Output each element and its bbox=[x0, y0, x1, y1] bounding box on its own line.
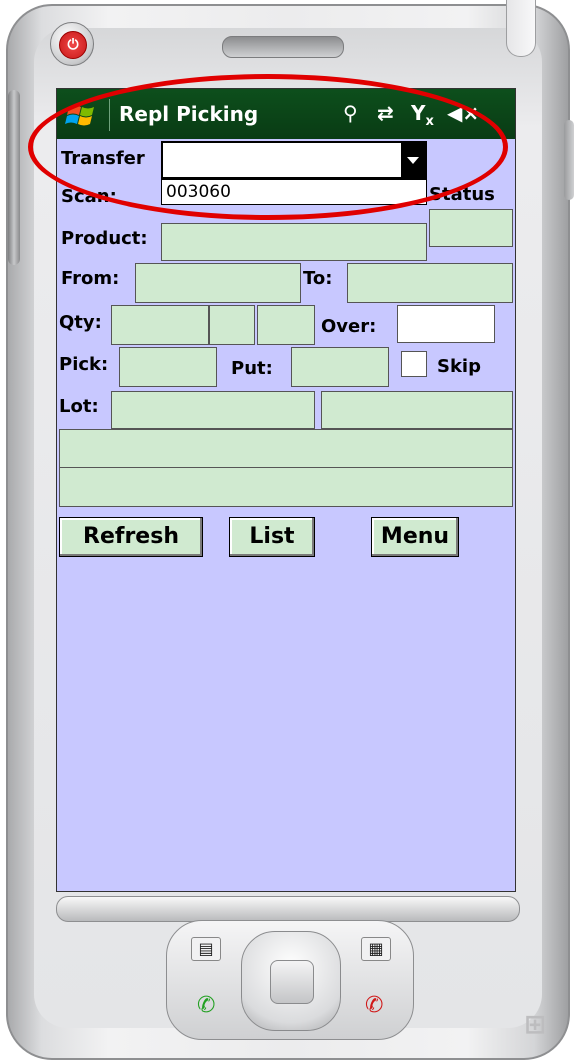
highlight-circle bbox=[28, 74, 508, 220]
side-button-left[interactable] bbox=[8, 90, 20, 265]
refresh-button[interactable]: Refresh bbox=[59, 517, 203, 557]
status-field[interactable] bbox=[429, 209, 513, 247]
over-label: Over: bbox=[321, 316, 377, 337]
lot-label: Lot: bbox=[59, 396, 99, 417]
from-field[interactable] bbox=[135, 263, 301, 303]
skip-checkbox[interactable] bbox=[401, 351, 427, 377]
dpad-center-button[interactable] bbox=[270, 960, 314, 1004]
dpad[interactable] bbox=[241, 931, 341, 1031]
skip-label: Skip bbox=[437, 356, 481, 377]
from-label: From: bbox=[61, 268, 120, 289]
side-button-right[interactable] bbox=[564, 120, 574, 200]
description-field-1[interactable] bbox=[59, 429, 513, 469]
call-answer-icon[interactable]: ✆ bbox=[197, 993, 215, 1018]
windows-logo: ⊞ bbox=[524, 1010, 546, 1040]
qty-label: Qty: bbox=[59, 312, 102, 333]
softkey-bar[interactable] bbox=[56, 896, 520, 922]
put-field[interactable] bbox=[291, 347, 389, 387]
to-field[interactable] bbox=[347, 263, 513, 303]
pick-field[interactable] bbox=[119, 347, 217, 387]
list-button[interactable]: List bbox=[229, 517, 315, 557]
qty-field[interactable] bbox=[111, 305, 209, 345]
description-field-2[interactable] bbox=[59, 467, 513, 507]
qty-field-3[interactable] bbox=[257, 305, 315, 345]
to-label: To: bbox=[303, 268, 333, 289]
menu-button[interactable]: Menu bbox=[371, 517, 459, 557]
power-icon: ⏻ bbox=[59, 31, 87, 59]
call-end-icon[interactable]: ✆ bbox=[365, 993, 383, 1018]
navigation-cluster: ▤ ▦ ✆ ✆ bbox=[166, 920, 414, 1040]
lot-field-2[interactable] bbox=[321, 391, 513, 429]
start-softkey-icon[interactable]: ▤ bbox=[191, 937, 221, 961]
qty-field-2[interactable] bbox=[209, 305, 255, 345]
put-label: Put: bbox=[231, 358, 273, 379]
lot-field[interactable] bbox=[111, 391, 315, 429]
pick-label: Pick: bbox=[59, 354, 109, 375]
ok-softkey-icon[interactable]: ▦ bbox=[361, 937, 391, 961]
product-field[interactable] bbox=[161, 223, 427, 261]
stylus-slot bbox=[506, 0, 536, 57]
power-button[interactable]: ⏻ bbox=[50, 22, 94, 66]
product-label: Product: bbox=[61, 228, 148, 249]
over-field[interactable] bbox=[397, 305, 495, 343]
earpiece-speaker bbox=[222, 36, 344, 58]
